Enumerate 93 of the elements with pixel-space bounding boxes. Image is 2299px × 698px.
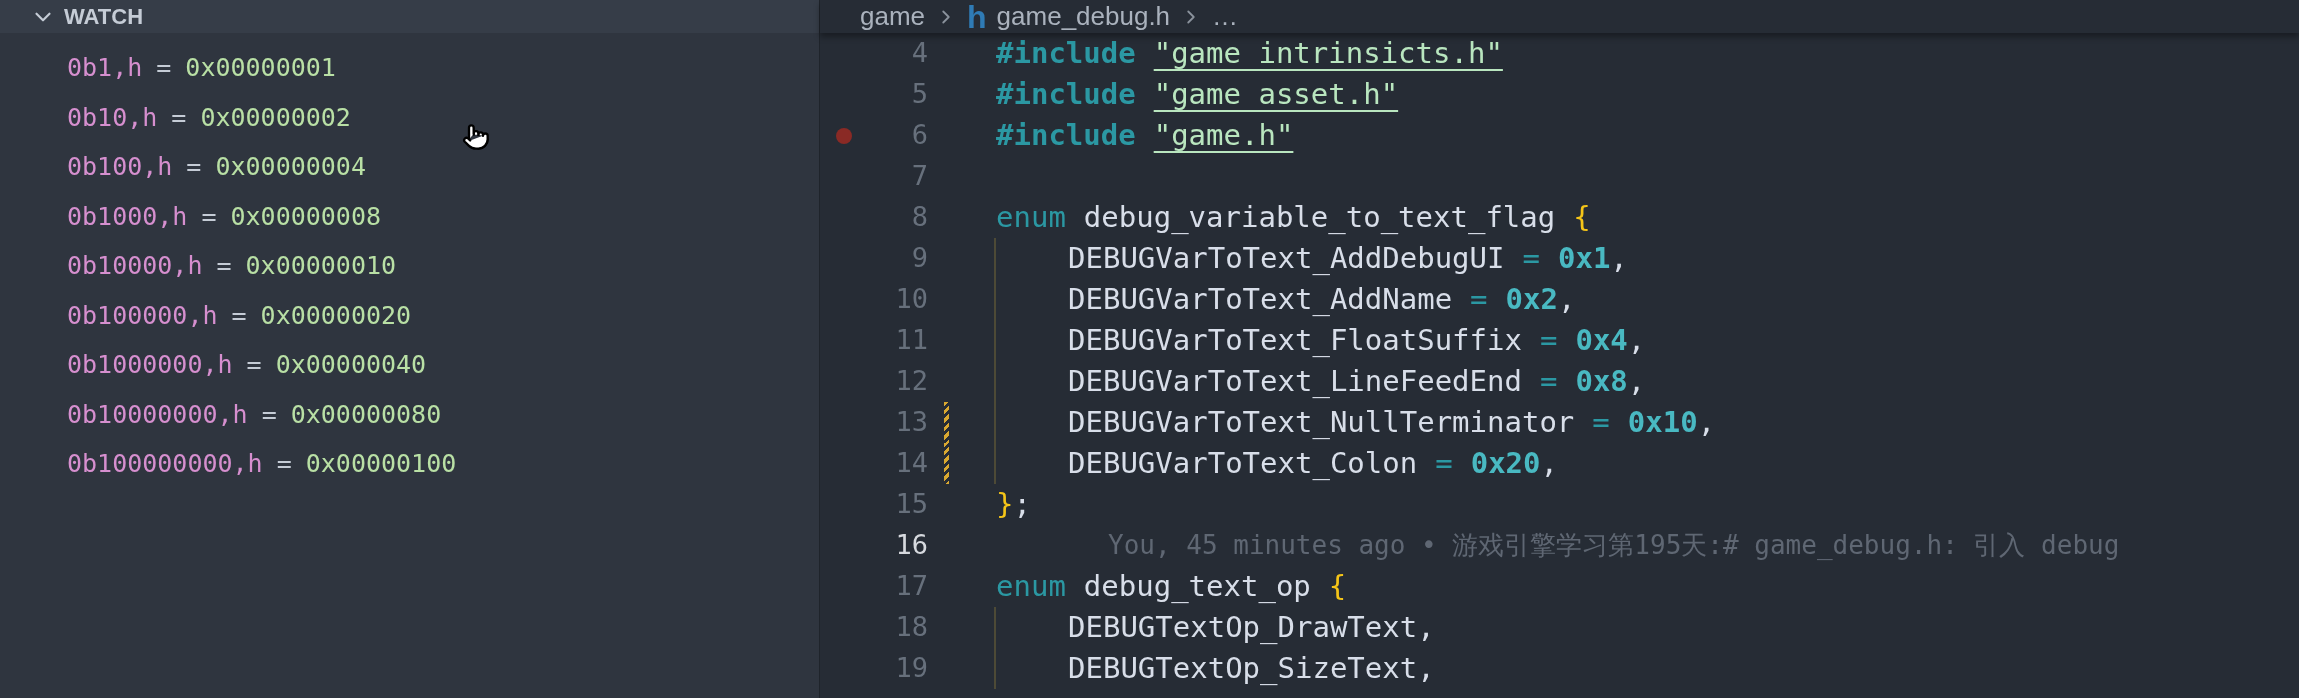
equals-sign: = [246,349,262,381]
include-path: "game_asset.h" [1153,75,1399,113]
git-blame-annotation: You, 45 minutes ago • 游戏引擎学习第195天:# game_debug.h: 引入 debug [1107,529,2120,562]
line-number: 6 [910,118,928,153]
number-literal: 0x8 [1575,362,1628,400]
equals-sign: = [216,250,232,282]
hand-cursor-icon [462,122,490,152]
watch-value: 0x00000040 [275,349,427,381]
brace: } [996,485,1014,523]
line-number: 8 [910,200,928,235]
punctuation: , [1697,403,1716,441]
watch-expression[interactable]: 0b100000,h [67,296,218,334]
watch-value: 0x00000008 [230,200,381,233]
punctuation: , [1540,444,1558,482]
include-keyword: #include [996,75,1136,113]
watch-expression[interactable]: 0b1,h [67,49,143,87]
watch-expression[interactable]: 0b10000,h [67,247,203,285]
brace: { [1328,567,1347,605]
breadcrumb-folder[interactable]: game [860,0,926,36]
identifier: DEBUGVarToText_FloatSuffix [1068,321,1522,359]
punctuation: , [1627,321,1646,359]
include-keyword: #include [996,116,1136,154]
watch-value: 0x00000080 [290,398,442,431]
line-number: 14 [894,446,928,481]
identifier: DEBUGTextOp_DrawText [1068,608,1418,646]
identifier: debug_variable_to_text_flag [1083,198,1556,236]
number-literal: 0x10 [1627,403,1698,441]
operator: = [1522,239,1540,277]
identifier: DEBUGVarToText_LineFeedEnd [1068,362,1522,400]
line-number: 5 [910,77,928,112]
operator: = [1592,403,1610,441]
file-type-icon: h [967,0,987,33]
include-keyword: #include [996,34,1136,72]
watch-header[interactable]: WATCH [0,0,819,33]
number-literal: 0x1 [1557,239,1611,277]
line-number: 16 [894,528,928,563]
line-number: 17 [894,569,928,604]
number-literal: 0x2 [1505,280,1558,318]
watch-value: 0x00000001 [185,52,336,84]
equals-sign: = [171,101,187,134]
watch-expression[interactable]: 0b100,h [67,148,173,186]
watch-value: 0x00000002 [200,101,351,134]
line-number: 13 [894,405,928,440]
equals-sign: = [186,151,202,183]
line-number: 10 [894,282,928,317]
watch-title: WATCH [64,3,144,31]
operator: = [1539,362,1558,400]
punctuation: , [1610,239,1628,277]
identifier: DEBUGVarToText_NullTerminator [1068,403,1575,441]
identifier: debug_text_op [1083,567,1311,605]
punctuation: , [1557,280,1576,318]
watch-expression[interactable]: 0b1000000,h [67,346,233,384]
watch-value: 0x00000004 [215,151,366,183]
equals-sign: = [276,448,292,480]
number-literal: 0x4 [1575,321,1628,359]
identifier: DEBUGVarToText_AddDebugUI [1068,239,1505,277]
equals-sign: = [156,52,172,84]
watch-value: 0x00000020 [260,299,412,332]
operator: = [1470,280,1488,318]
watch-expression[interactable]: 0b1000,h [67,197,188,235]
breadcrumb-more[interactable]: … [1212,0,1239,36]
operator: = [1435,444,1453,482]
identifier: DEBUGVarToText_AddName [1068,280,1453,318]
watch-expression[interactable]: 0b10,h [67,98,158,136]
line-number: 18 [894,610,928,645]
line-number: 12 [894,364,928,399]
include-path: "game.h" [1153,116,1294,154]
equals-sign: = [201,200,217,233]
number-literal: 0x20 [1470,444,1541,482]
operator: = [1539,321,1558,359]
line-number: 7 [910,159,928,194]
watch-expression[interactable]: 0b100000000,h [67,445,263,483]
line-number: 4 [910,36,928,71]
punctuation: ; [1013,485,1031,523]
enum-keyword: enum [996,567,1066,605]
line-number: 9 [910,241,928,276]
watch-value: 0x00000100 [305,448,457,480]
equals-sign: = [231,299,247,332]
line-number: 15 [894,487,928,522]
punctuation: , [1417,608,1435,646]
punctuation: , [1417,649,1435,687]
include-path: "game_intrinsicts.h" [1153,34,1503,72]
brace: { [1573,198,1591,236]
enum-keyword: enum [996,198,1066,236]
line-number: 19 [894,651,928,686]
line-number: 11 [894,323,928,358]
identifier: DEBUGTextOp_SizeText [1068,649,1418,687]
breadcrumb-file[interactable]: game_debug.h [996,0,1171,36]
equals-sign: = [261,398,277,431]
watch-value: 0x00000010 [245,250,397,282]
watch-expression[interactable]: 0b10000000,h [67,395,248,433]
identifier: DEBUGVarToText_Colon [1068,444,1418,482]
punctuation: , [1627,362,1646,400]
